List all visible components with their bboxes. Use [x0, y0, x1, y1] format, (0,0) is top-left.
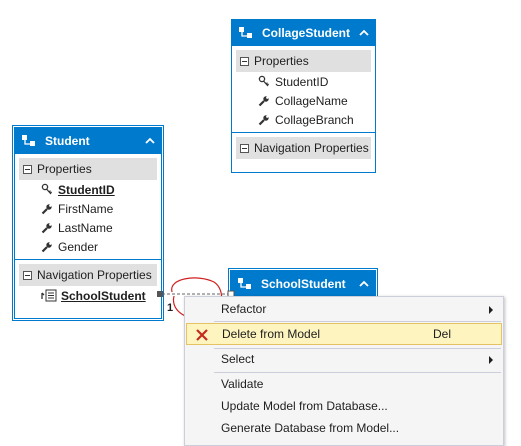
entity-icon — [22, 135, 35, 146]
collapse-toggle-icon[interactable] — [240, 143, 249, 153]
context-menu: Refactor Delete from Model Del Select Va… — [184, 296, 504, 446]
key-property-icon — [258, 75, 270, 87]
entity-header[interactable]: Student — [15, 128, 161, 154]
entity-schoolstudent[interactable]: SchoolStudent — [228, 268, 378, 298]
navigation-section-header[interactable]: Navigation Properties — [236, 137, 371, 159]
navigation-property-icon — [41, 289, 57, 302]
properties-section-header[interactable]: Properties — [19, 158, 157, 180]
submenu-arrow-icon — [489, 306, 493, 314]
collapse-toggle-icon[interactable] — [23, 164, 32, 174]
delete-x-icon — [196, 329, 208, 341]
menu-item-refactor[interactable]: Refactor — [186, 298, 502, 320]
divider — [15, 259, 161, 260]
property-row[interactable]: LastName — [15, 218, 161, 237]
navigation-property-row[interactable]: SchoolStudent — [15, 286, 161, 305]
wrench-property-icon — [258, 114, 269, 125]
navigation-section-header[interactable]: Navigation Properties — [19, 264, 157, 286]
entity-title: Student — [45, 134, 90, 148]
section-label: Properties — [254, 54, 309, 68]
menu-item-validate[interactable]: Validate — [186, 373, 502, 395]
collapse-chevron-icon[interactable] — [359, 29, 369, 37]
entity-header[interactable]: CollageStudent — [232, 20, 375, 46]
section-label: Properties — [37, 162, 92, 176]
collapse-chevron-icon[interactable] — [359, 280, 369, 288]
properties-section-header[interactable]: Properties — [236, 50, 371, 72]
wrench-property-icon — [41, 222, 52, 233]
entity-icon — [239, 27, 252, 38]
property-row[interactable]: FirstName — [15, 199, 161, 218]
collapse-toggle-icon[interactable] — [23, 270, 32, 280]
property-row[interactable]: StudentID — [232, 72, 375, 91]
section-label: Navigation Properties — [37, 268, 152, 282]
entity-collagestudent[interactable]: CollageStudent Properties StudentID Coll… — [231, 19, 376, 173]
submenu-arrow-icon — [489, 356, 493, 364]
collapse-chevron-icon[interactable] — [145, 137, 155, 145]
entity-student[interactable]: Student Properties StudentID FirstName L… — [12, 125, 164, 321]
wrench-property-icon — [258, 95, 269, 106]
key-property-icon — [41, 183, 53, 195]
entity-title: SchoolStudent — [261, 277, 346, 291]
multiplicity-label: 1 — [167, 302, 174, 314]
section-label: Navigation Properties — [254, 141, 369, 155]
menu-item-update-model[interactable]: Update Model from Database... — [186, 395, 502, 417]
wrench-property-icon — [41, 241, 52, 252]
property-row[interactable]: CollageName — [232, 91, 375, 110]
entity-title: CollageStudent — [262, 26, 351, 40]
shortcut-label: Del — [433, 327, 452, 341]
divider — [232, 132, 375, 133]
collapse-toggle-icon[interactable] — [240, 56, 249, 66]
entity-header[interactable]: SchoolStudent — [231, 271, 375, 297]
menu-item-generate-database[interactable]: Generate Database from Model... — [186, 417, 502, 439]
property-row[interactable]: Gender — [15, 237, 161, 256]
menu-item-select[interactable]: Select — [186, 348, 502, 370]
menu-separator — [214, 321, 501, 322]
property-row[interactable]: StudentID — [15, 180, 161, 199]
entity-icon — [238, 278, 251, 289]
menu-item-delete-from-model[interactable]: Delete from Model Del — [186, 323, 502, 345]
property-row[interactable]: CollageBranch — [232, 110, 375, 129]
wrench-property-icon — [41, 203, 52, 214]
